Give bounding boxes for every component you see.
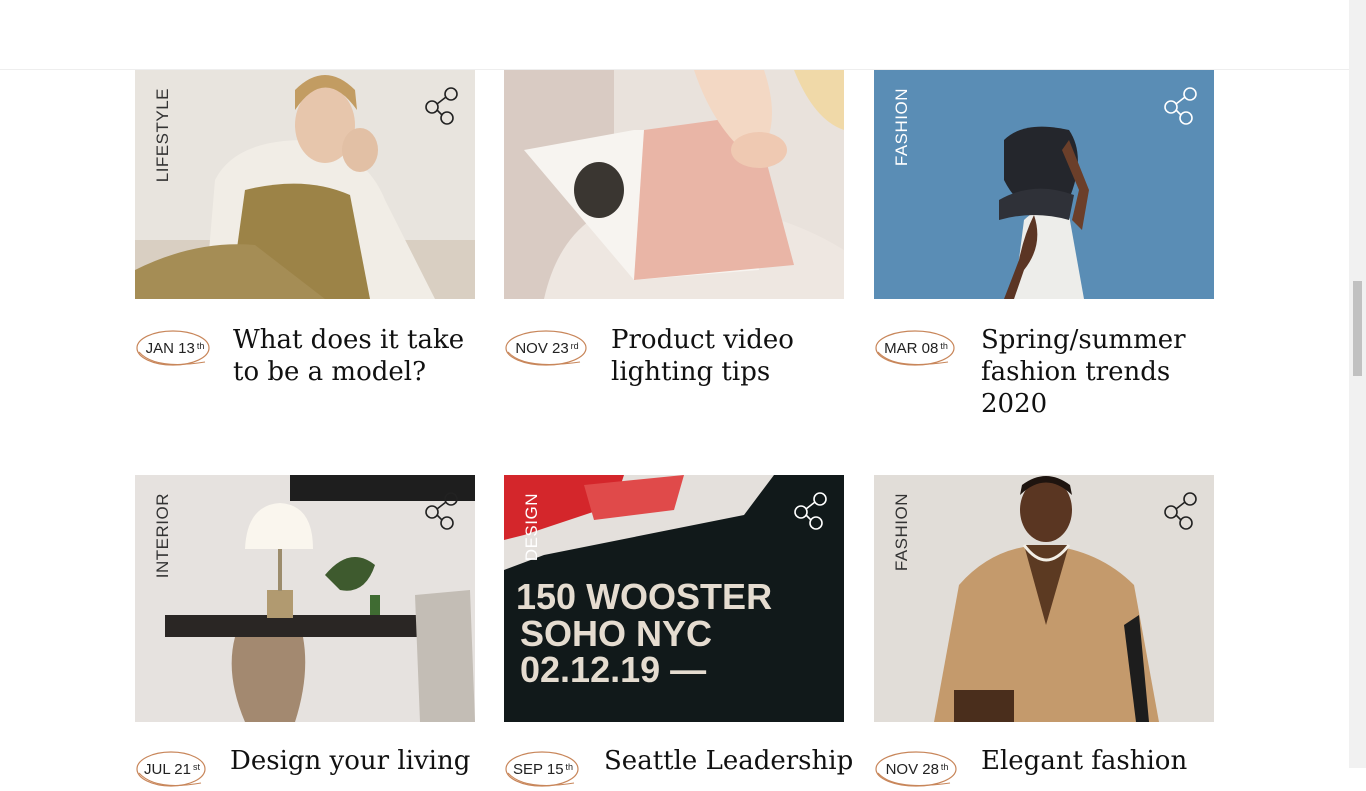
share-icon[interactable] bbox=[1162, 86, 1200, 126]
scrollbar-thumb[interactable] bbox=[1353, 281, 1362, 376]
date-text: NOV 28 bbox=[885, 760, 939, 778]
date-suffix: th bbox=[565, 762, 574, 772]
poster-line-2: SOHO NYC bbox=[520, 613, 712, 654]
date-suffix: th bbox=[940, 341, 948, 351]
share-icon[interactable] bbox=[423, 86, 461, 126]
book-photo bbox=[504, 70, 844, 299]
date-suffix: th bbox=[196, 341, 205, 351]
blog-card[interactable]: LIFESTYLE JAN 13th What does it take to … bbox=[135, 70, 475, 400]
date-badge: NOV 28th bbox=[874, 747, 960, 791]
card-title[interactable]: Design your living bbox=[230, 745, 475, 777]
card-image[interactable] bbox=[504, 70, 844, 299]
date-badge: SEP 15th bbox=[504, 747, 582, 791]
blog-card[interactable]: 150 WOOSTER SOHO NYC 02.12.19 — DESIGN S… bbox=[504, 475, 853, 787]
poster-line-3: 02.12.19 — bbox=[520, 649, 706, 690]
date-text: JAN 13 bbox=[145, 339, 195, 357]
date-suffix: th bbox=[940, 762, 949, 772]
category-label[interactable]: LIFESTYLE bbox=[153, 88, 173, 182]
header-bar bbox=[0, 0, 1349, 70]
date-text: SEP 15 bbox=[512, 760, 564, 778]
blog-card[interactable]: INTERIOR JUL 21st Design your living bbox=[135, 475, 475, 787]
date-badge: MAR 08th bbox=[874, 326, 958, 370]
card-title[interactable]: What does it take to be a model? bbox=[233, 324, 478, 388]
date-text: MAR 08 bbox=[884, 339, 939, 357]
card-image[interactable]: 150 WOOSTER SOHO NYC 02.12.19 — DESIGN bbox=[504, 475, 844, 722]
card-image[interactable]: FASHION bbox=[874, 70, 1214, 299]
category-label[interactable]: INTERIOR bbox=[153, 493, 173, 578]
card-title[interactable]: Product video lighting tips bbox=[611, 324, 856, 388]
category-label[interactable]: FASHION bbox=[892, 88, 912, 166]
blog-card[interactable]: FASHION NOV 28th Elegant fashion bbox=[874, 475, 1214, 787]
card-title[interactable]: Spring/summer fashion trends 2020 bbox=[981, 324, 1221, 420]
date-text: JUL 21 bbox=[144, 760, 191, 778]
scrollbar[interactable] bbox=[1349, 0, 1366, 768]
date-badge: JAN 13th bbox=[135, 326, 215, 370]
date-suffix: st bbox=[192, 762, 200, 772]
date-suffix: rd bbox=[570, 341, 579, 351]
blog-card[interactable]: FASHION MAR 08th Spring/summer fashion t… bbox=[874, 70, 1214, 419]
card-image[interactable]: INTERIOR bbox=[135, 475, 475, 722]
card-image[interactable]: LIFESTYLE bbox=[135, 70, 475, 299]
blog-card[interactable]: NOV 23rd Product video lighting tips bbox=[504, 70, 844, 400]
category-label[interactable]: DESIGN bbox=[522, 493, 542, 561]
date-badge: JUL 21st bbox=[135, 747, 209, 791]
share-icon[interactable] bbox=[792, 491, 830, 531]
date-badge: NOV 23rd bbox=[504, 326, 590, 370]
poster-line-1: 150 WOOSTER bbox=[516, 576, 772, 617]
share-icon[interactable] bbox=[423, 491, 461, 531]
card-title[interactable]: Seattle Leadership bbox=[604, 745, 853, 777]
category-label[interactable]: FASHION bbox=[892, 493, 912, 571]
share-icon[interactable] bbox=[1162, 491, 1200, 531]
card-title[interactable]: Elegant fashion bbox=[981, 745, 1226, 777]
card-image[interactable]: FASHION bbox=[874, 475, 1214, 722]
date-text: NOV 23 bbox=[515, 339, 569, 357]
